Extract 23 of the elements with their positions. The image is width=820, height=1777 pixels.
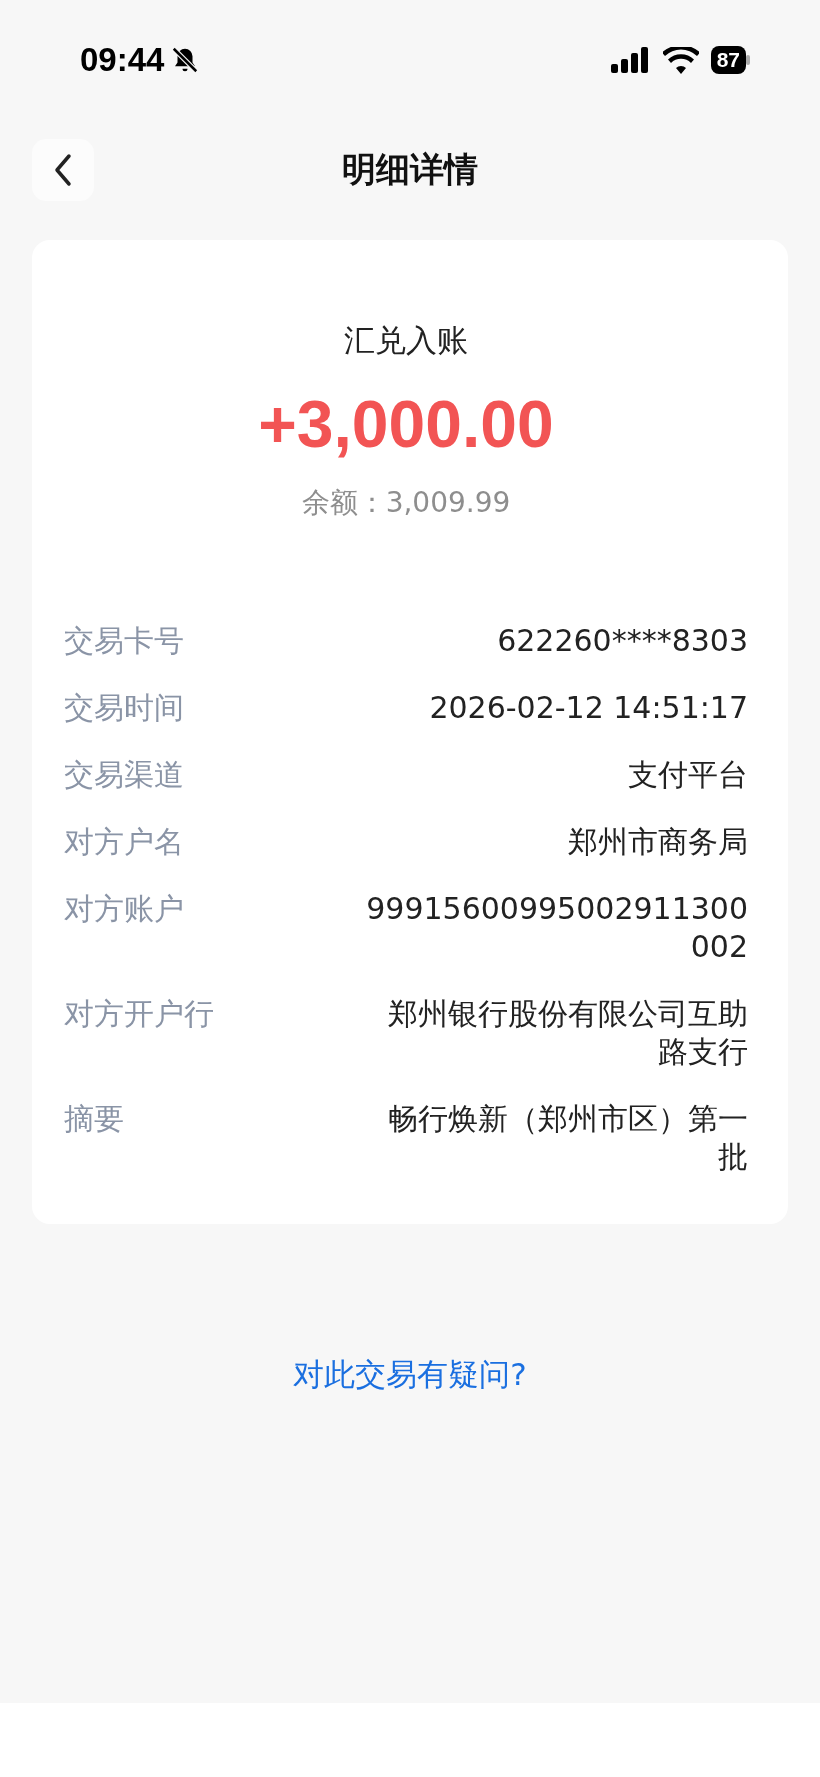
detail-label: 交易卡号 [64, 622, 184, 660]
page-title: 明细详情 [342, 148, 478, 191]
dispute-link[interactable]: 对此交易有疑问? [293, 1354, 527, 1396]
detail-value: 支付平台 [628, 756, 748, 794]
signal-icon [610, 47, 651, 73]
back-button[interactable] [32, 139, 94, 201]
amount: +3,000.00 [257, 386, 555, 462]
detail-label: 对方户名 [64, 823, 184, 861]
detail-value: 2026-02-12 14:51:17 [429, 689, 748, 727]
wifi-icon [662, 46, 699, 74]
detail-value: 郑州市商务局 [568, 823, 748, 861]
transaction-type: 汇兑入账 [343, 321, 469, 360]
detail-value: 畅行焕新（郑州市区）第一批 [387, 1100, 748, 1176]
detail-label: 交易渠道 [64, 756, 184, 794]
detail-value: 郑州银行股份有限公司互助路支行 [387, 995, 748, 1071]
status-time: 09:44 [80, 41, 165, 79]
balance: 余额：3,009.99 [300, 485, 512, 521]
detail-label: 对方开户行 [64, 995, 214, 1033]
detail-value: 622260****8303 [497, 622, 748, 660]
detail-label: 交易时间 [64, 689, 184, 727]
detail-label: 对方账户 [64, 890, 184, 928]
detail-value: 99915600995002911300002 [365, 890, 748, 966]
detail-label: 摘要 [64, 1100, 124, 1138]
